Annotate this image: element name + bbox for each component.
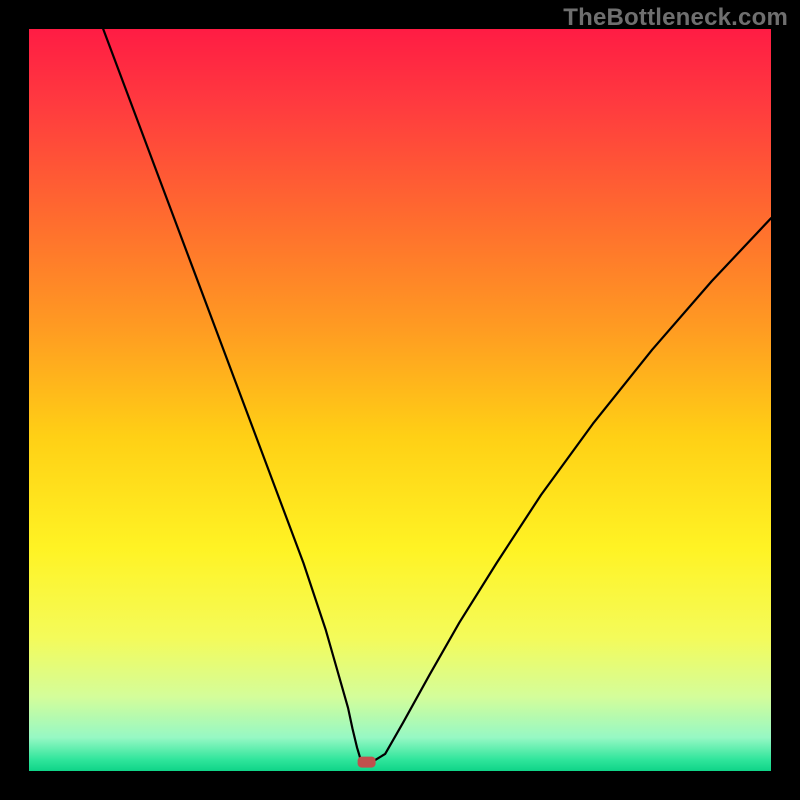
operating-point-marker	[358, 757, 376, 768]
watermark-text: TheBottleneck.com	[563, 4, 788, 32]
chart-svg	[29, 29, 771, 771]
chart-frame: TheBottleneck.com	[0, 0, 800, 800]
gradient-background	[29, 29, 771, 771]
plot-area	[29, 29, 771, 771]
